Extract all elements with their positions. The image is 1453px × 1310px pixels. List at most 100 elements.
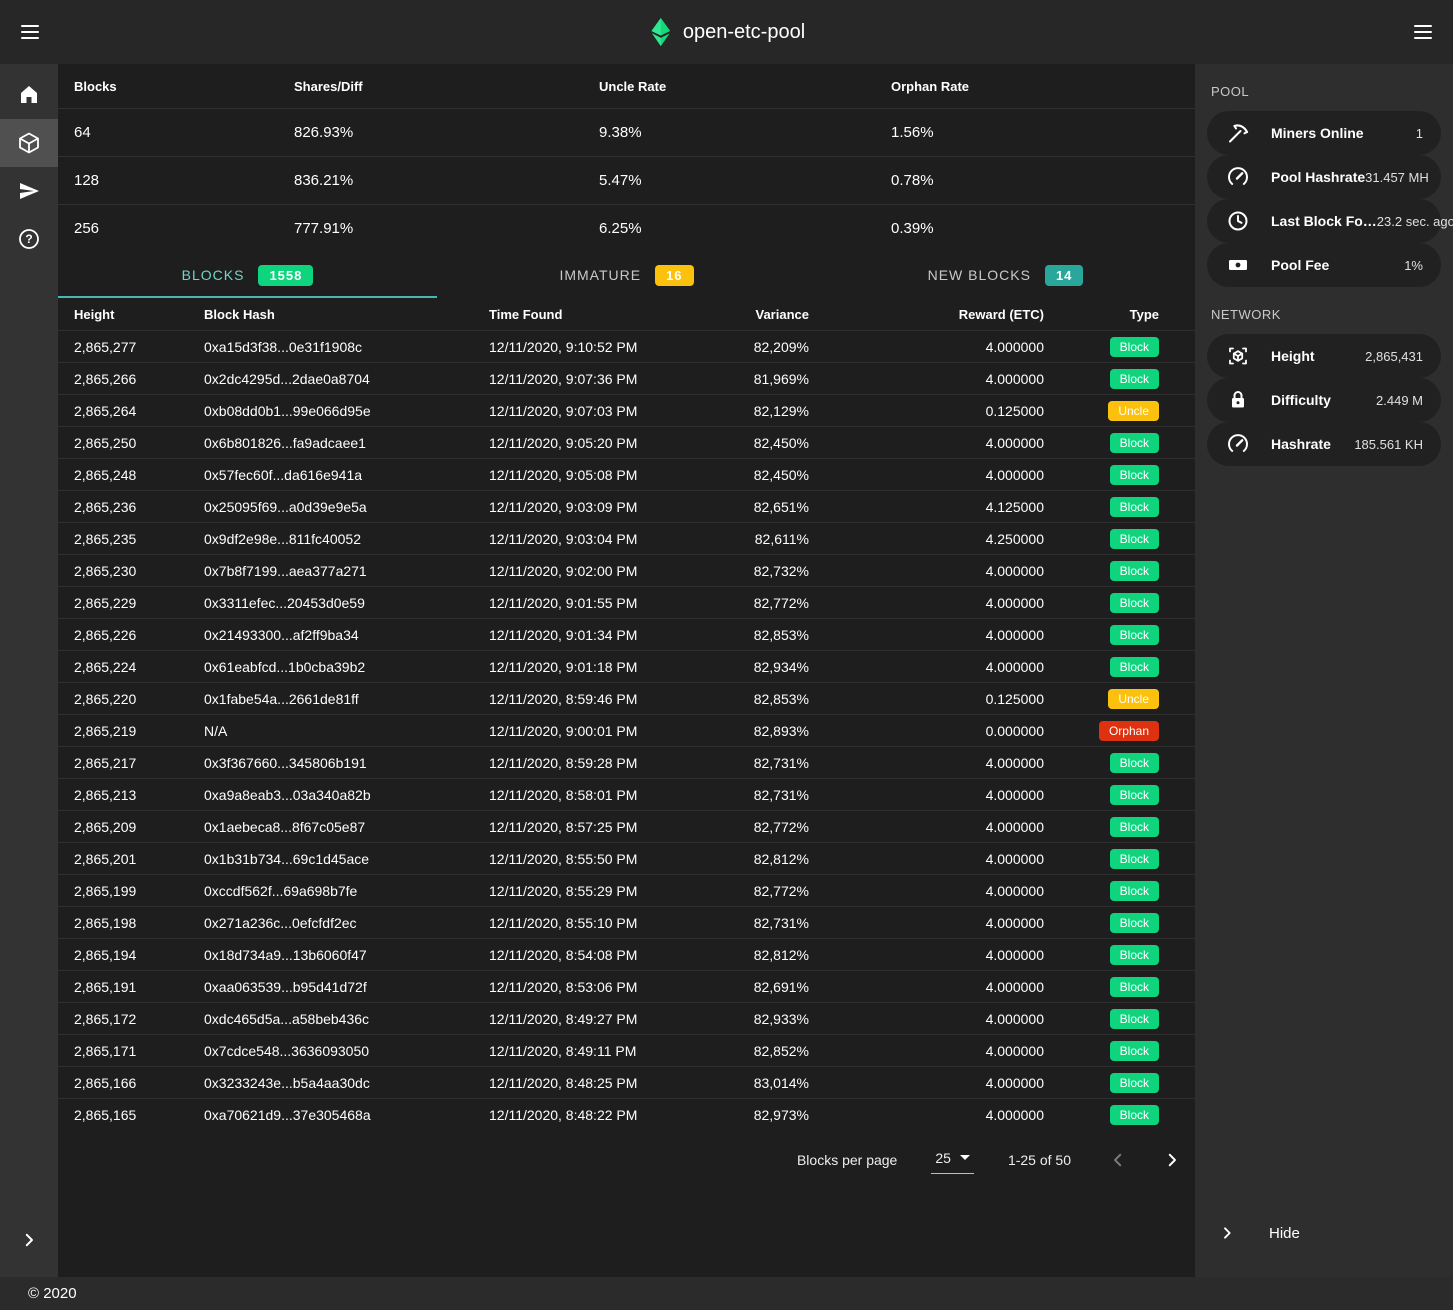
menu-icon[interactable] (10, 12, 50, 52)
cell-time: 12/11/2020, 9:05:08 PM (489, 467, 749, 483)
cell-variance: 82,853% (749, 627, 809, 643)
svg-text:?: ? (25, 232, 32, 246)
gauge-icon (1225, 165, 1251, 189)
cell-hash: 0x1b31b734...69c1d45ace (204, 851, 489, 867)
cell-height: 2,865,266 (74, 371, 204, 387)
block-tabs: BLOCKS 1558 IMMATURE 16 NEW BLOCKS 14 (58, 254, 1195, 298)
cell-type: Block (1044, 561, 1179, 581)
cell-hash: 0x7cdce548...3636093050 (204, 1043, 489, 1059)
cell-type: Block (1044, 945, 1179, 965)
stat-blocks-value: 64 (74, 124, 294, 141)
pickaxe-icon (1225, 121, 1251, 145)
nav-home-button[interactable] (0, 71, 58, 119)
hide-sidebar-button[interactable]: Hide (1195, 1211, 1453, 1255)
table-row: 2,865,166 0x3233243e...b5a4aa30dc 12/11/… (58, 1066, 1195, 1098)
table-row: 2,865,250 0x6b801826...fa9adcaee1 12/11/… (58, 426, 1195, 458)
tab-immature[interactable]: IMMATURE 16 (437, 254, 816, 298)
next-page-button[interactable] (1159, 1147, 1185, 1173)
cell-time: 12/11/2020, 8:57:25 PM (489, 819, 749, 835)
last-block-found-stat: Last Block Fo… 23.2 sec. ago (1207, 199, 1441, 243)
network-height-stat: Height 2,865,431 (1207, 334, 1441, 378)
previous-page-button[interactable] (1105, 1147, 1131, 1173)
table-row: 2,865,191 0xaa063539...b95d41d72f 12/11/… (58, 970, 1195, 1002)
cell-type: Block (1044, 529, 1179, 549)
page-size-select[interactable]: 25 (931, 1147, 974, 1174)
table-row: 2,865,209 0x1aebeca8...8f67c05e87 12/11/… (58, 810, 1195, 842)
cell-height: 2,865,172 (74, 1011, 204, 1027)
tab-blocks[interactable]: BLOCKS 1558 (58, 254, 437, 298)
cell-time: 12/11/2020, 9:02:00 PM (489, 563, 749, 579)
cell-reward: 4.000000 (809, 755, 1044, 771)
tab-immature-label: IMMATURE (559, 267, 641, 283)
cell-variance: 82,732% (749, 563, 809, 579)
cell-reward: 4.000000 (809, 915, 1044, 931)
table-row: 2,865,165 0xa70621d9...37e305468a 12/11/… (58, 1098, 1195, 1130)
stat-label: Height (1271, 348, 1315, 364)
stat-orphan-value: 1.56% (891, 124, 1179, 141)
cell-type: Block (1044, 465, 1179, 485)
cell-reward: 0.125000 (809, 691, 1044, 707)
cell-variance: 82,893% (749, 723, 809, 739)
cell-height: 2,865,224 (74, 659, 204, 675)
tab-new-blocks[interactable]: NEW BLOCKS 14 (816, 254, 1195, 298)
table-row: 2,865,264 0xb08dd0b1...99e066d95e 12/11/… (58, 394, 1195, 426)
cell-time: 12/11/2020, 8:54:08 PM (489, 947, 749, 963)
block-type-badge: Block (1110, 913, 1159, 933)
cell-type: Block (1044, 1009, 1179, 1029)
stat-value: 2.449 M (1376, 393, 1423, 408)
blocks-header-row: Height Block Hash Time Found Variance Re… (58, 298, 1195, 330)
cell-hash: 0x3f367660...345806b191 (204, 755, 489, 771)
chevron-right-icon (1219, 1225, 1235, 1241)
cell-variance: 82,651% (749, 499, 809, 515)
cell-time: 12/11/2020, 8:48:22 PM (489, 1107, 749, 1123)
cell-height: 2,865,201 (74, 851, 204, 867)
cell-reward: 0.125000 (809, 403, 1044, 419)
cell-hash: 0x3311efec...20453d0e59 (204, 595, 489, 611)
pool-hashrate-stat: Pool Hashrate 31.457 MH (1207, 155, 1441, 199)
cell-reward: 4.000000 (809, 659, 1044, 675)
cell-hash: 0xa15d3f38...0e31f1908c (204, 339, 489, 355)
cell-height: 2,865,264 (74, 403, 204, 419)
banknote-icon (1225, 253, 1251, 277)
expand-rail-button[interactable] (0, 1216, 58, 1264)
nav-blocks-button[interactable] (0, 119, 58, 167)
block-type-badge: Uncle (1108, 689, 1159, 709)
stats-col-blocks: Blocks (74, 79, 294, 94)
block-type-badge: Block (1110, 529, 1159, 549)
block-type-badge: Block (1110, 849, 1159, 869)
stat-orphan-value: 0.78% (891, 172, 1179, 189)
cell-type: Block (1044, 977, 1179, 997)
stat-value: 23.2 sec. ago (1377, 214, 1453, 229)
cell-reward: 4.000000 (809, 819, 1044, 835)
brand: open-etc-pool (648, 17, 805, 47)
nav-help-button[interactable]: ? (0, 215, 58, 263)
table-pagination: Blocks per page 25 1-25 of 50 (58, 1130, 1195, 1190)
block-type-badge: Block (1110, 561, 1159, 581)
network-section-title: NETWORK (1195, 287, 1453, 334)
cell-height: 2,865,213 (74, 787, 204, 803)
gauge-icon (1225, 432, 1251, 456)
cell-reward: 4.125000 (809, 499, 1044, 515)
cell-height: 2,865,229 (74, 595, 204, 611)
cell-time: 12/11/2020, 9:05:20 PM (489, 435, 749, 451)
main-content: Blocks Shares/Diff Uncle Rate Orphan Rat… (58, 64, 1195, 1277)
cell-height: 2,865,194 (74, 947, 204, 963)
cell-type: Block (1044, 1041, 1179, 1061)
cell-hash: 0x61eabfcd...1b0cba39b2 (204, 659, 489, 675)
table-row: 2,865,266 0x2dc4295d...2dae0a8704 12/11/… (58, 362, 1195, 394)
cell-reward: 4.000000 (809, 1043, 1044, 1059)
cell-variance: 82,731% (749, 915, 809, 931)
table-row: 2,865,198 0x271a236c...0efcfdf2ec 12/11/… (58, 906, 1195, 938)
nav-payments-button[interactable] (0, 167, 58, 215)
cell-hash: 0x1fabe54a...2661de81ff (204, 691, 489, 707)
menu-icon-right[interactable] (1403, 12, 1443, 52)
cell-reward: 4.000000 (809, 1011, 1044, 1027)
cell-variance: 82,933% (749, 1011, 809, 1027)
cell-reward: 4.000000 (809, 1075, 1044, 1091)
cell-type: Block (1044, 497, 1179, 517)
cell-hash: 0x271a236c...0efcfdf2ec (204, 915, 489, 931)
luck-stats-table: Blocks Shares/Diff Uncle Rate Orphan Rat… (58, 64, 1195, 252)
cell-time: 12/11/2020, 8:49:27 PM (489, 1011, 749, 1027)
cell-height: 2,865,198 (74, 915, 204, 931)
cell-variance: 82,853% (749, 691, 809, 707)
